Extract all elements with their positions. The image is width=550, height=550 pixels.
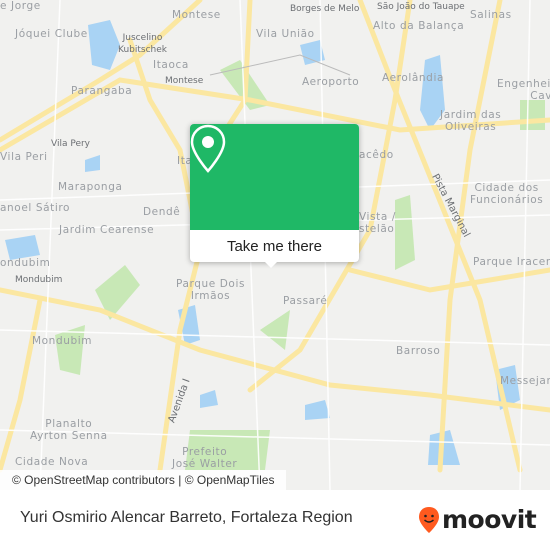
map-label: Dendê	[143, 206, 181, 218]
map-label: Mondubim	[15, 275, 63, 285]
map-label: Aerolândia	[382, 72, 444, 84]
map-label: Passaré	[283, 295, 328, 307]
map-label: Borges de Melo	[290, 4, 360, 14]
map-label: Jóquei Clube	[15, 28, 88, 40]
map-label: Cidade dos Funcionários	[470, 182, 544, 206]
map-label: Montese	[165, 76, 204, 86]
moovit-wordmark: moovit	[442, 505, 537, 534]
map-label: Salinas	[470, 9, 512, 21]
map-label: Prefeito José Walter	[172, 446, 238, 470]
location-title: Yuri Osmirio Alencar Barreto, Fortaleza …	[20, 509, 353, 526]
destination-popup: Take me there	[190, 124, 359, 268]
map[interactable]: e Jorge Jóquei Clube Juscelino Kubitsche…	[0, 0, 550, 490]
map-label: Vila Pery	[51, 139, 91, 149]
moovit-logo[interactable]: moovit	[418, 505, 537, 534]
map-label: Barroso	[396, 345, 441, 357]
map-label: anoel Sátiro	[0, 202, 71, 214]
map-label: Jardim das Oliveiras	[440, 109, 502, 133]
map-label: Montese	[172, 9, 221, 21]
map-label: acêdo	[359, 149, 394, 161]
map-label: Itaoca	[153, 59, 189, 71]
map-label: Engenheiro Caval	[497, 78, 550, 102]
map-label: Messejan	[500, 375, 550, 387]
map-label: Alto da Balança	[373, 20, 465, 32]
popup-header	[190, 124, 359, 230]
map-label: Juscelino Kubitschek	[118, 33, 167, 55]
moovit-pin-icon	[419, 506, 439, 533]
map-label: Mondubim	[32, 335, 93, 347]
map-label: Jardim Cearense	[59, 224, 155, 236]
map-label: Aeroporto	[302, 76, 360, 88]
map-label: Vila Peri	[0, 151, 48, 163]
map-label: Parque Dois Irmãos	[176, 278, 246, 302]
map-pin-icon	[190, 124, 226, 173]
map-label: e Jorge	[0, 0, 41, 12]
map-label: Vista / stelão	[359, 211, 396, 235]
map-label: ondubim	[0, 257, 51, 269]
map-label: Vila União	[256, 28, 315, 40]
map-attribution[interactable]: © OpenStreetMap contributors | © OpenMap…	[0, 470, 287, 490]
take-me-there-button[interactable]: Take me there	[190, 230, 359, 262]
map-label: Maraponga	[58, 181, 123, 193]
popup-pointer	[264, 261, 278, 268]
map-label: Cidade Nova	[15, 456, 89, 468]
map-label: Planalto Ayrton Senna	[30, 418, 108, 442]
map-label: Parque Iracem	[473, 256, 550, 268]
map-label: São João do Tauape	[377, 2, 465, 12]
map-label: Parangaba	[71, 85, 133, 97]
